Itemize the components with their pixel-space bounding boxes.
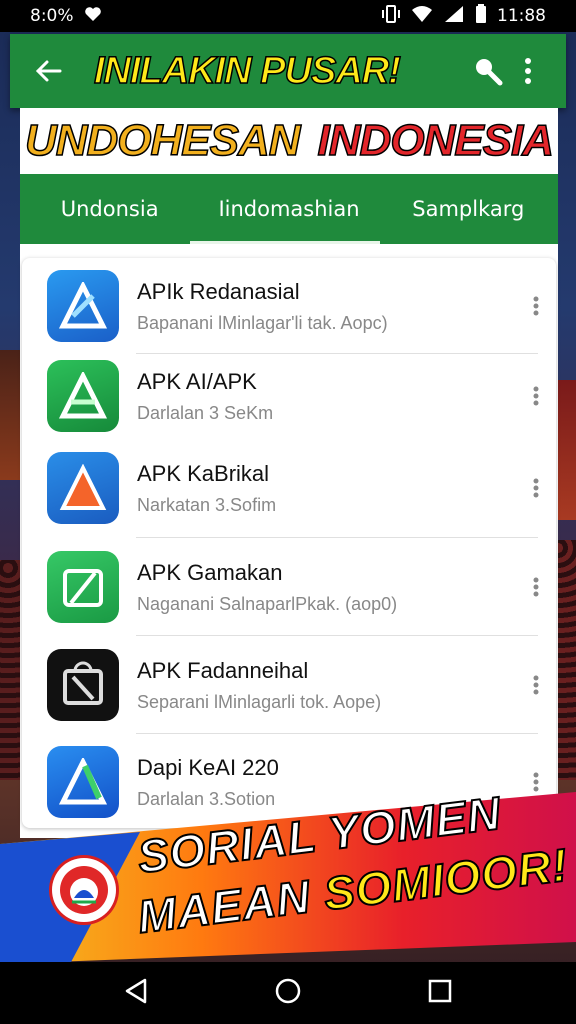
app-name: APK AI/APK — [137, 368, 257, 394]
list-item[interactable]: APIk Redanasial Bapanani lMinlagar'li ta… — [22, 258, 556, 354]
app-name: APK Gamakan — [137, 559, 283, 585]
headline-banner: UNDOHESAN INDONESIA — [20, 108, 558, 174]
list-item[interactable]: APK Fadanneihal Separani lMinlagarli tok… — [22, 636, 556, 734]
back-nav-icon[interactable] — [123, 977, 149, 1009]
content-card: UNDOHESAN INDONESIA Undonsia Iindomashia… — [20, 108, 558, 838]
app-name: APK KaBrikal — [137, 460, 270, 486]
list-item[interactable]: APK KaBrikal Narkatan 3.Sofim — [22, 438, 556, 538]
vibrate-icon — [381, 4, 401, 28]
item-more-icon[interactable] — [516, 577, 556, 597]
signal-icon — [443, 5, 465, 28]
overflow-menu-icon[interactable] — [508, 51, 548, 91]
tab-bar: Undonsia Iindomashian Samplkarg — [20, 174, 558, 244]
app-list: APIk Redanasial Bapanani lMinlagar'li ta… — [22, 258, 556, 828]
app-name: APIk Redanasial — [137, 278, 300, 304]
headline-word-1: UNDOHESAN — [24, 115, 301, 166]
battery-icon — [475, 3, 487, 29]
list-item[interactable]: APK AI/APK Darlalan 3 SeKm — [22, 354, 556, 438]
store-a-icon — [47, 551, 119, 623]
heart-notification-icon — [84, 6, 102, 27]
store-a-icon — [47, 452, 119, 524]
app-title: INILAKIN PUSAR! — [93, 49, 401, 93]
app-bar: INILAKIN PUSAR! — [10, 34, 566, 108]
recents-nav-icon[interactable] — [427, 978, 453, 1008]
wifi-icon — [411, 5, 433, 28]
status-time-left: 8:0% — [30, 6, 74, 26]
store-a-icon — [47, 270, 119, 342]
app-subtitle: Naganani SalnaparlPkak. (aop0) — [137, 593, 398, 614]
tab-indomashian[interactable]: Iindomashian — [199, 197, 378, 221]
app-subtitle: Separani lMinlagarli tok. Aope) — [137, 691, 382, 712]
status-time-right: 11:88 — [497, 6, 546, 26]
tab-samplkarg[interactable]: Samplkarg — [379, 197, 558, 221]
tab-undonsia[interactable]: Undonsia — [20, 197, 199, 221]
app-subtitle: Bapanani lMinlagar'li tak. Aopc) — [137, 312, 388, 333]
item-more-icon[interactable] — [516, 772, 556, 792]
search-icon[interactable] — [468, 51, 508, 91]
item-more-icon[interactable] — [516, 675, 556, 695]
promo-logo-icon — [52, 858, 116, 922]
item-more-icon[interactable] — [516, 296, 556, 316]
list-item[interactable]: APK Gamakan Naganani SalnaparlPkak. (aop… — [22, 538, 556, 636]
headline-word-2: INDONESIA — [317, 115, 555, 166]
status-bar: 8:0% 11:88 — [0, 0, 576, 32]
app-name: APK Fadanneihal — [137, 657, 309, 683]
store-a-icon — [47, 649, 119, 721]
app-name: Dapi KeAI 220 — [137, 754, 279, 780]
navigation-bar — [0, 962, 576, 1024]
app-subtitle: Darlalan 3 SeKm — [137, 402, 274, 423]
tab-selected-indicator — [190, 241, 380, 244]
store-a-icon — [47, 360, 119, 432]
home-nav-icon[interactable] — [274, 977, 302, 1009]
app-subtitle: Narkatan 3.Sofim — [137, 494, 277, 515]
item-more-icon[interactable] — [516, 386, 556, 406]
back-arrow-icon[interactable] — [28, 51, 68, 91]
item-more-icon[interactable] — [516, 478, 556, 498]
